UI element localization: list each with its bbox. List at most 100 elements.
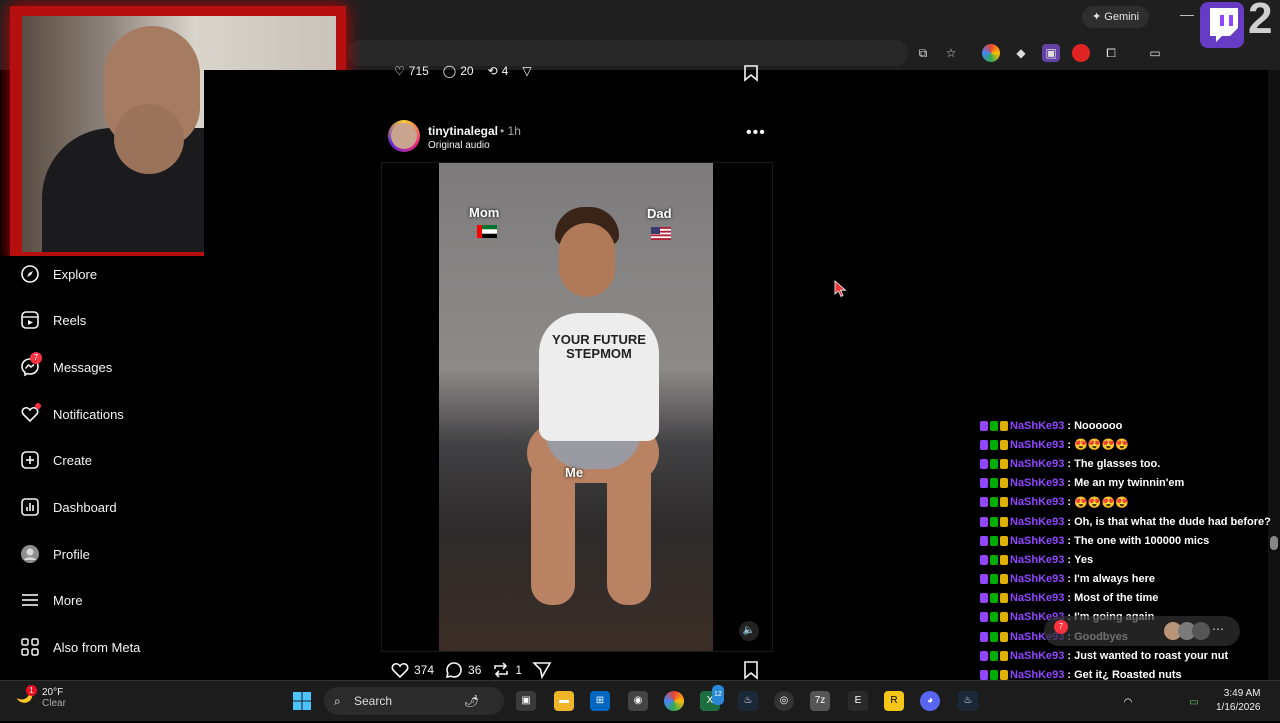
sidebar-item-create[interactable]: Create [20, 445, 92, 475]
minimize-button[interactable]: — [1180, 6, 1194, 22]
sidebar-item-messages[interactable]: 7 Messages [20, 352, 112, 382]
sidebar-item-also-from-meta[interactable]: Also from Meta [20, 632, 140, 662]
sidebar-item-more[interactable]: More [20, 585, 83, 615]
subscriber-badge-icon [1000, 670, 1008, 681]
shirt-text: YOUR FUTURE STEPMOM [552, 332, 646, 361]
repost-count: 1 [515, 663, 523, 677]
twitch-extension-icon[interactable]: ▣ [1042, 44, 1060, 62]
verified-badge-icon [990, 516, 998, 527]
repost-button[interactable]: 1 [491, 660, 522, 680]
share-button[interactable] [532, 660, 552, 680]
chat-separator: : [1067, 438, 1072, 451]
comment-button[interactable]: 36 [444, 660, 481, 680]
chat-message: NaShKe93: Most of the time [980, 589, 1272, 608]
steam-icon[interactable]: ♨ [738, 691, 758, 711]
search-placeholder: Search [354, 694, 393, 708]
gemini-button[interactable]: ✦ Gemini [1082, 6, 1150, 28]
verified-badge-icon [990, 458, 998, 469]
sidebar-item-label: More [53, 592, 83, 608]
save-bookmark-icon[interactable] [742, 64, 760, 87]
chat-username[interactable]: NaShKe93 [1010, 573, 1064, 585]
post-username[interactable]: tinytinalegal [428, 124, 498, 138]
chrome-icon[interactable] [664, 691, 684, 711]
epic-games-icon[interactable]: E [848, 691, 868, 711]
clock-date: 1/16/2026 [1216, 702, 1261, 713]
bookmark-star-icon[interactable]: ☆ [942, 44, 960, 62]
verified-badge-icon [990, 612, 998, 623]
instagram-sidebar: Explore Reels 7 Messages Notifications C… [0, 256, 205, 680]
task-view-icon[interactable]: ▣ [516, 691, 536, 711]
steam-icon[interactable]: ♨ [958, 691, 978, 711]
weather-widget[interactable]: 🌙 1 20°F Clear [16, 685, 66, 709]
install-app-icon[interactable]: ⧉ [914, 44, 932, 62]
battery-icon[interactable]: ▭ [1186, 693, 1202, 709]
sidebar-item-notifications[interactable]: Notifications [20, 399, 124, 429]
like-button[interactable]: ♡ 715 [390, 64, 429, 78]
subscriber-badge-icon [1000, 593, 1008, 604]
chat-username[interactable]: NaShKe93 [1010, 592, 1064, 604]
verified-badge-icon [990, 574, 998, 585]
chat-username[interactable]: NaShKe93 [1010, 535, 1064, 547]
chat-text: Just wanted to roast your nut [1074, 649, 1229, 662]
file-explorer-icon[interactable]: ▬ [554, 691, 574, 711]
more-icon[interactable]: ⋯ [1212, 622, 1224, 636]
heart-icon [20, 403, 41, 424]
wifi-icon[interactable]: ◠ [1120, 693, 1136, 709]
chat-text: Most of the time [1074, 592, 1159, 605]
chat-username[interactable]: NaShKe93 [1010, 477, 1064, 489]
sidebar-item-profile[interactable]: Profile [20, 539, 90, 569]
compass-icon [20, 264, 40, 284]
reel-video[interactable]: YOUR FUTURE STEPMOM Mom Dad Me 🔈 [381, 162, 773, 652]
verified-badge-icon [990, 439, 998, 450]
excel-icon[interactable]: X 12 [700, 685, 724, 711]
chat-message: NaShKe93: The glasses too. [980, 454, 1272, 473]
sidebar-item-explore[interactable]: Explore [20, 259, 97, 289]
sidebar-item-reels[interactable]: Reels [20, 305, 86, 335]
post-more-button[interactable]: ••• [746, 124, 766, 142]
chat-username[interactable]: NaShKe93 [1010, 516, 1064, 528]
subscriber-badge-icon [1000, 612, 1008, 623]
obs-icon[interactable]: ◉ [628, 691, 648, 711]
chat-username[interactable]: NaShKe93 [1010, 554, 1064, 566]
rockstar-icon[interactable]: R [884, 691, 904, 711]
like-button[interactable]: 374 [390, 660, 434, 680]
red-extension-icon[interactable] [1072, 44, 1090, 62]
chat-username[interactable]: NaShKe93 [1010, 496, 1064, 508]
address-bar[interactable] [348, 40, 908, 66]
comment-button[interactable]: ◯ 20 [439, 64, 474, 78]
discord-icon[interactable]: ◕ [920, 691, 940, 711]
windows-start-icon[interactable] [292, 691, 312, 711]
chat-username[interactable]: NaShKe93 [1010, 650, 1064, 662]
chat-username[interactable]: NaShKe93 [1010, 439, 1064, 451]
share-button[interactable]: ▽ [518, 64, 531, 78]
weather-condition: Clear [42, 698, 66, 709]
diamond-extension-icon[interactable]: ◆ [1012, 44, 1030, 62]
chat-text: The glasses too. [1074, 457, 1161, 470]
chat-username[interactable]: NaShKe93 [1010, 420, 1064, 432]
sidebar-item-dashboard[interactable]: Dashboard [20, 492, 117, 522]
post-audio[interactable]: Original audio [428, 140, 490, 151]
avatar[interactable] [388, 120, 420, 152]
chat-username[interactable]: NaShKe93 [1010, 458, 1064, 470]
post-time: • 1h [500, 124, 521, 138]
share-icon: ▽ [522, 64, 532, 78]
puzzle-extensions-icon[interactable]: ⧠ [1102, 44, 1120, 62]
chat-separator: : [1067, 553, 1072, 566]
mute-button[interactable]: 🔈 [739, 621, 759, 641]
post-header: tinytinalegal • 1h Original audio ••• [388, 120, 772, 154]
repost-button[interactable]: ⟲ 4 [484, 64, 509, 78]
sidebar-item-label: Profile [53, 546, 90, 562]
verified-badge-icon [990, 554, 998, 565]
7zip-icon[interactable]: 7z [810, 691, 830, 711]
store-icon[interactable]: ⊞ [590, 691, 610, 711]
system-clock[interactable]: 3:49 AM 1/16/2026 [1216, 687, 1261, 715]
comment-count: 20 [460, 64, 474, 78]
side-panel-icon[interactable]: ▭ [1146, 44, 1164, 62]
app-circle-icon[interactable]: ◎ [774, 691, 794, 711]
moderator-badge-icon [980, 420, 988, 431]
chat-separator: : [1067, 477, 1072, 490]
chat-text: Noooooo [1074, 419, 1123, 432]
chat-message: NaShKe93: Oh, is that what the dude had b… [980, 512, 1272, 531]
color-extension-icon[interactable] [982, 44, 1000, 62]
taskbar-search[interactable]: ⌕ Search 🌶 [324, 687, 504, 715]
